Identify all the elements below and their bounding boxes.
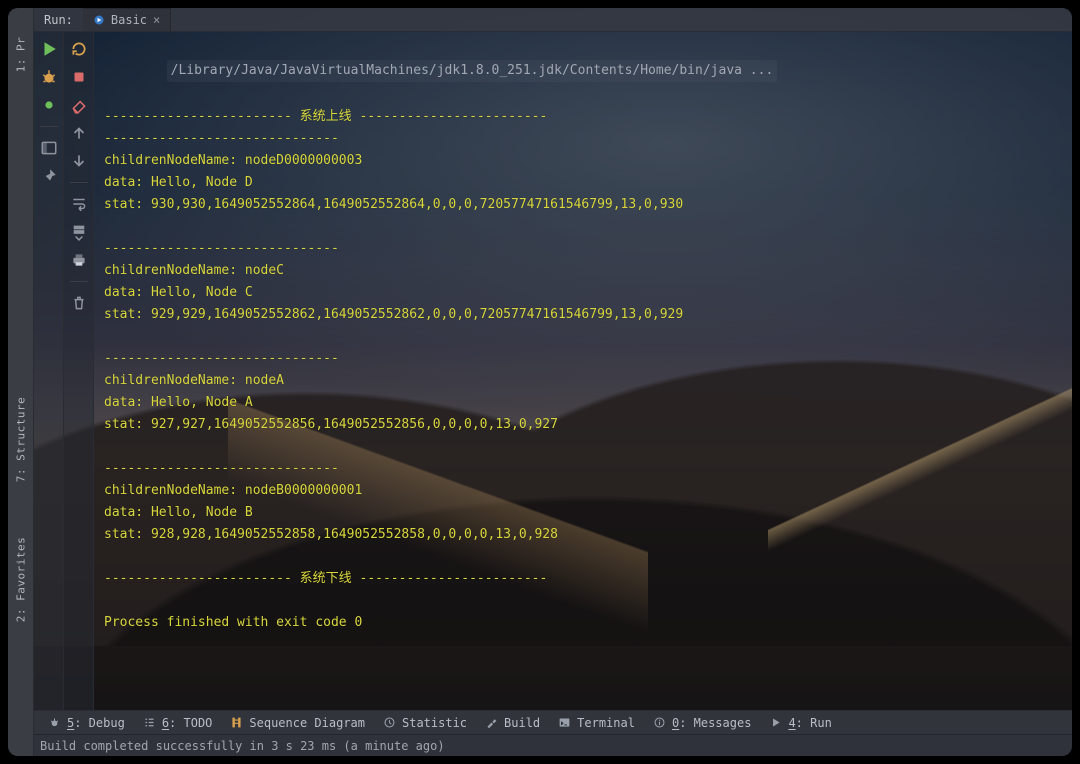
rerun-icon[interactable] (70, 40, 88, 58)
close-icon[interactable]: × (153, 13, 160, 27)
console-line (104, 436, 1062, 458)
eraser-icon[interactable] (70, 96, 88, 114)
console-output[interactable]: /Library/Java/JavaVirtualMachines/jdk1.8… (94, 32, 1072, 710)
toolwindow-sequence-diagram-button[interactable]: Sequence Diagram (230, 716, 365, 730)
hammer-icon (485, 716, 498, 729)
toolwindow-project-tab[interactable]: 1: Pr (14, 37, 27, 73)
console-lines: ------------------------ 系统上线 ----------… (104, 106, 1062, 634)
print-icon[interactable] (70, 251, 88, 269)
run-panel-body: /Library/Java/JavaVirtualMachines/jdk1.8… (34, 32, 1072, 710)
separator (40, 126, 58, 127)
console-line (104, 216, 1062, 238)
console-line: stat: 927,927,1649052552856,164905255285… (104, 414, 1062, 436)
toolwindow-favorites-tab[interactable]: 2: Favorites (14, 537, 27, 622)
toolwindow-run-button[interactable]: 4: Run (769, 716, 831, 730)
console-line: stat: 928,928,1649052552858,164905255285… (104, 524, 1062, 546)
list-icon (143, 716, 156, 729)
sequence-icon (230, 716, 243, 729)
up-arrow-icon[interactable] (70, 124, 88, 142)
pin-icon[interactable] (40, 167, 58, 185)
console-line: stat: 930,930,1649052552864,164905255286… (104, 194, 1062, 216)
console-line: childrenNodeName: nodeB0000000001 (104, 480, 1062, 502)
console-line (104, 326, 1062, 348)
down-arrow-icon[interactable] (70, 152, 88, 170)
console-line (104, 590, 1062, 612)
run-gutter-secondary (64, 32, 94, 710)
toolwindow-build-button[interactable]: Build (485, 716, 540, 730)
console-line: data: Hello, Node A (104, 392, 1062, 414)
stop-icon[interactable] (70, 68, 88, 86)
toolwindow-messages-button[interactable]: 0: Messages (653, 716, 751, 730)
console-line: ------------------------------ (104, 348, 1062, 370)
application-icon (93, 14, 105, 26)
run-panel-title: Run: (34, 8, 83, 31)
bottom-toolwindow-bar: 5: Debug 6: TODO Sequence Diagram Statis… (34, 710, 1072, 734)
toolwindow-structure-tab[interactable]: 7: Structure (14, 397, 27, 482)
separator (70, 281, 88, 282)
play-icon[interactable] (40, 40, 58, 58)
console-line: ------------------------------ (104, 458, 1062, 480)
console-line: childrenNodeName: nodeC (104, 260, 1062, 282)
console-line: ------------------------------ (104, 128, 1062, 150)
console-line (104, 546, 1062, 568)
toolwindow-terminal-button[interactable]: Terminal (558, 716, 635, 730)
toolwindow-debug-button[interactable]: 5: Debug (48, 716, 125, 730)
status-bar: Build completed successfully in 3 s 23 m… (8, 734, 1072, 756)
separator (70, 182, 88, 183)
trash-icon[interactable] (70, 294, 88, 312)
console-line: Process finished with exit code 0 (104, 612, 1062, 634)
bug-icon[interactable] (40, 68, 58, 86)
console-line: data: Hello, Node B (104, 502, 1062, 524)
console-command-line: /Library/Java/JavaVirtualMachines/jdk1.8… (167, 60, 778, 82)
toolwindow-statistic-button[interactable]: Statistic (383, 716, 467, 730)
console-line: ------------------------ 系统上线 ----------… (104, 106, 1062, 128)
play-icon (769, 716, 782, 729)
layout-settings-icon[interactable] (40, 139, 58, 157)
console-line: data: Hello, Node D (104, 172, 1062, 194)
toolwindow-todo-button[interactable]: 6: TODO (143, 716, 213, 730)
console-line: childrenNodeName: nodeD0000000003 (104, 150, 1062, 172)
status-text: Build completed successfully in 3 s 23 m… (40, 739, 445, 753)
console-line: ------------------------ 系统下线 ----------… (104, 568, 1062, 590)
run-gutter-primary (34, 32, 64, 710)
console-line: childrenNodeName: nodeA (104, 370, 1062, 392)
run-tab-label: Basic (111, 13, 147, 27)
run-tab-basic[interactable]: Basic × (83, 8, 171, 31)
console-line: stat: 929,929,1649052552862,164905255286… (104, 304, 1062, 326)
coverage-dot-icon[interactable] (40, 96, 58, 114)
info-icon (653, 716, 666, 729)
console-line: ------------------------------ (104, 238, 1062, 260)
bug-icon (48, 716, 61, 729)
soft-wrap-icon[interactable] (70, 195, 88, 213)
scroll-to-end-icon[interactable] (70, 223, 88, 241)
clock-icon (383, 716, 396, 729)
console-line: data: Hello, Node C (104, 282, 1062, 304)
left-toolwindow-strip[interactable]: 1: Pr 7: Structure 2: Favorites (8, 8, 34, 756)
terminal-icon (558, 716, 571, 729)
run-panel-tabbar: Run: Basic × (34, 8, 1072, 32)
